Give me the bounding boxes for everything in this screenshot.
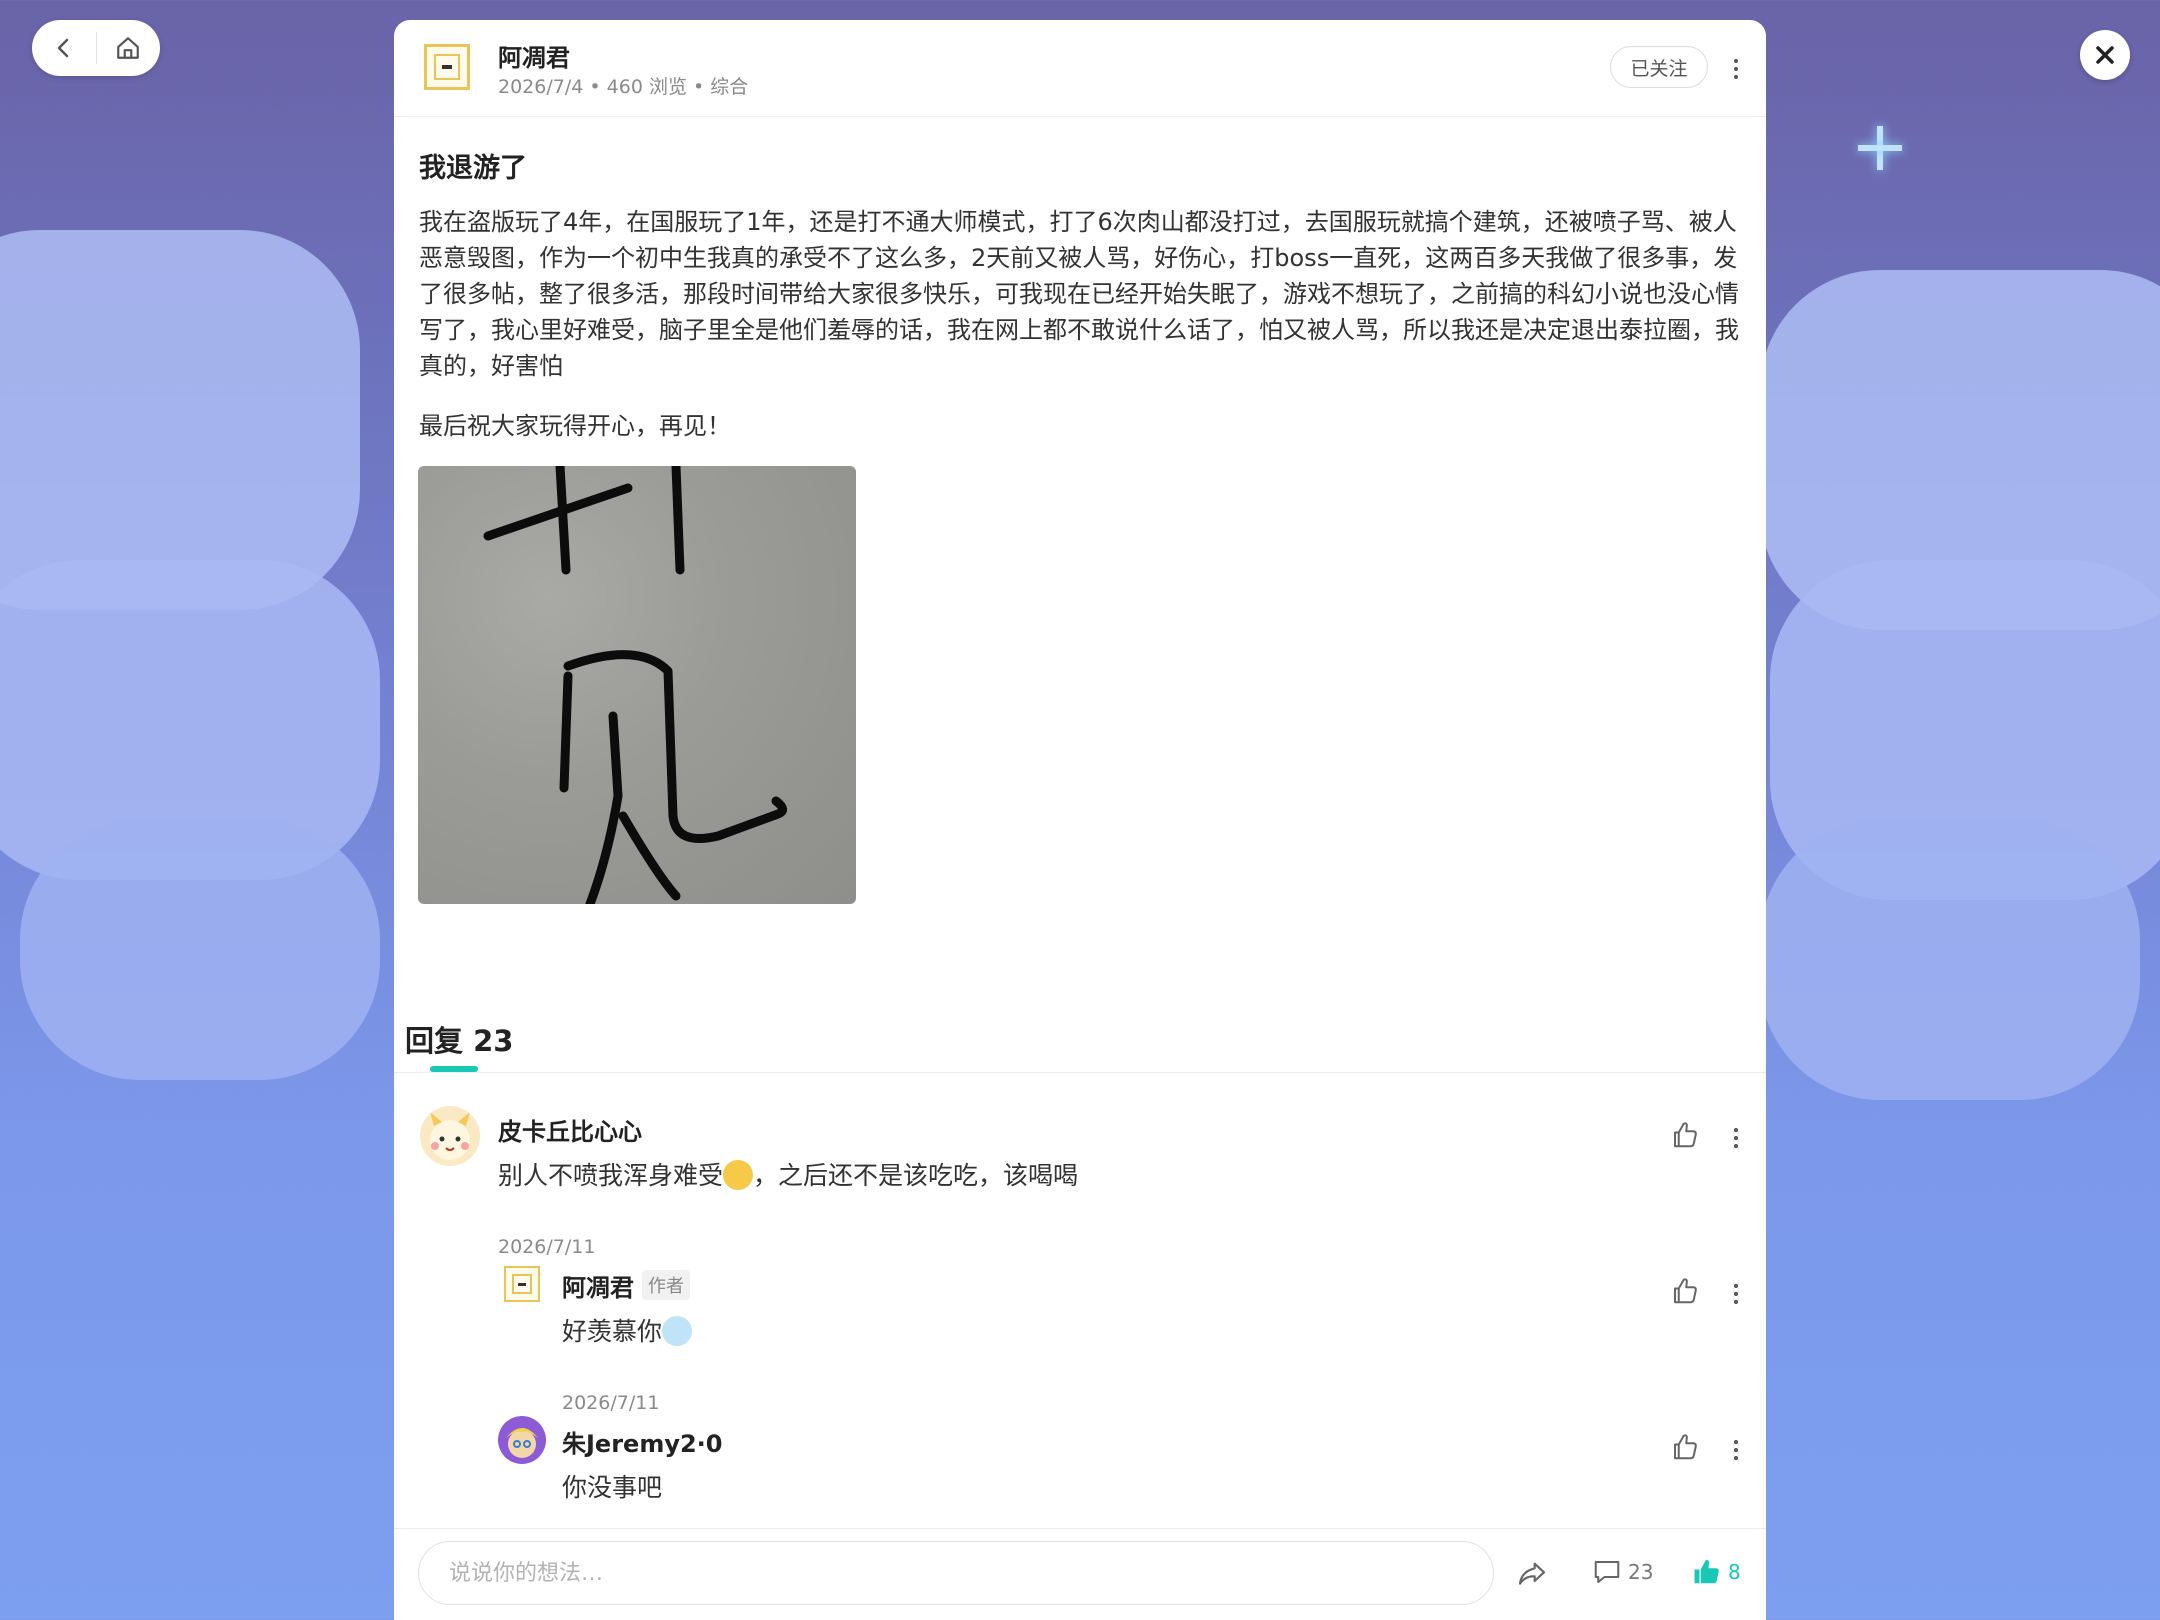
post-title: 我退游了 — [419, 153, 527, 184]
comment-input[interactable] — [418, 1541, 1494, 1605]
bottom-bar: 23 8 — [394, 1528, 1766, 1620]
avatar-dot — [518, 1282, 526, 1286]
meta-separator: • — [589, 76, 607, 98]
cartoon-avatar-icon — [506, 1428, 538, 1458]
post-farewell: 最后祝大家玩得开心，再见！ — [419, 412, 731, 440]
like-icon[interactable] — [1670, 1120, 1700, 1150]
back-button[interactable] — [32, 20, 96, 76]
post-date: 2026/7/4 — [498, 76, 584, 98]
like-count: 8 — [1728, 1560, 1741, 1584]
post-header: 阿凋君 2026/7/4 • 460 浏览 • 综合 已关注 — [394, 20, 1766, 117]
commenter-avatar[interactable] — [498, 1416, 546, 1464]
post-meta: 2026/7/4 • 460 浏览 • 综合 — [498, 72, 748, 99]
cloud-decoration — [0, 230, 360, 610]
avatar-frame — [512, 1274, 532, 1294]
post-category[interactable]: 综合 — [710, 76, 748, 98]
share-icon — [1518, 1562, 1546, 1585]
cloud-decoration — [1760, 820, 2140, 1100]
author-avatar[interactable] — [424, 44, 470, 90]
avatar-dot — [442, 65, 452, 69]
home-icon — [117, 37, 140, 59]
like-icon[interactable] — [1670, 1432, 1700, 1462]
commenter-avatar[interactable] — [420, 1106, 480, 1166]
comment-date: 2026/7/11 — [562, 1392, 660, 1414]
post-panel: 阿凋君 2026/7/4 • 460 浏览 • 综合 已关注 我退游了 我在盗版… — [394, 20, 1766, 1620]
author-badge: 作者 — [642, 1270, 690, 1300]
home-button[interactable] — [97, 20, 161, 76]
smirk-emoji-icon — [723, 1160, 754, 1190]
comment-count-button[interactable]: 23 — [1592, 1557, 1653, 1587]
comment-text-part: 别人不喷我浑身难受 — [498, 1161, 724, 1190]
comment-text-part: 好羡慕你 — [562, 1317, 663, 1346]
replies-label: 回复 — [405, 1024, 464, 1058]
commenter-name[interactable]: 阿凋君 — [562, 1268, 634, 1303]
comment-date: 2026/7/11 — [498, 1236, 596, 1258]
replies-count: 23 — [473, 1024, 514, 1058]
comment-count: 23 — [1628, 1560, 1654, 1584]
post-image[interactable]: 再见 — [418, 466, 856, 904]
post-views: 460 浏览 — [606, 76, 687, 98]
like-count-button[interactable]: 8 — [1692, 1557, 1741, 1587]
close-icon — [2096, 46, 2114, 64]
comment-icon — [1594, 1561, 1620, 1583]
commenter-name[interactable]: 朱Jeremy2·0 — [562, 1424, 723, 1459]
comment-text: 你没事吧 — [562, 1473, 663, 1502]
nav-pill — [32, 20, 160, 76]
follow-button[interactable]: 已关注 — [1610, 46, 1708, 88]
share-button[interactable] — [1516, 1557, 1548, 1589]
crying-emoji-icon — [662, 1316, 693, 1346]
avatar-frame — [434, 54, 460, 80]
meta-separator: • — [693, 76, 711, 98]
more-options-icon[interactable] — [1726, 54, 1746, 84]
divider — [394, 1072, 1766, 1073]
thumbs-up-icon — [1694, 1560, 1719, 1584]
comment-text: 别人不喷我浑身难受 ，之后还不是该吃吃，该喝喝 — [498, 1156, 1078, 1192]
author-name[interactable]: 阿凋君 — [498, 38, 570, 73]
commenter-avatar[interactable] — [504, 1266, 540, 1302]
more-options-icon[interactable] — [1726, 1279, 1746, 1309]
handwritten-goodbye-image: 再见 — [483, 466, 787, 904]
like-icon[interactable] — [1670, 1276, 1700, 1306]
more-options-icon[interactable] — [1726, 1123, 1746, 1153]
cloud-decoration — [20, 820, 380, 1080]
close-button[interactable] — [2080, 30, 2130, 80]
comment-text-part: ，之后还不是该吃吃，该喝喝 — [753, 1161, 1079, 1190]
pikachu-avatar-icon — [430, 1112, 470, 1160]
more-options-icon[interactable] — [1726, 1435, 1746, 1465]
commenter-name[interactable]: 皮卡丘比心心 — [498, 1112, 642, 1147]
star-sparkle-icon — [1858, 126, 1902, 170]
chevron-left-icon — [57, 38, 68, 58]
post-body: 我在盗版玩了4年，在国服玩了1年，还是打不通大师模式，打了6次肉山都没打过，去国… — [419, 208, 1739, 380]
replies-heading[interactable]: 回复 23 — [405, 1018, 513, 1060]
comment-text: 好羡慕你 — [562, 1312, 693, 1348]
